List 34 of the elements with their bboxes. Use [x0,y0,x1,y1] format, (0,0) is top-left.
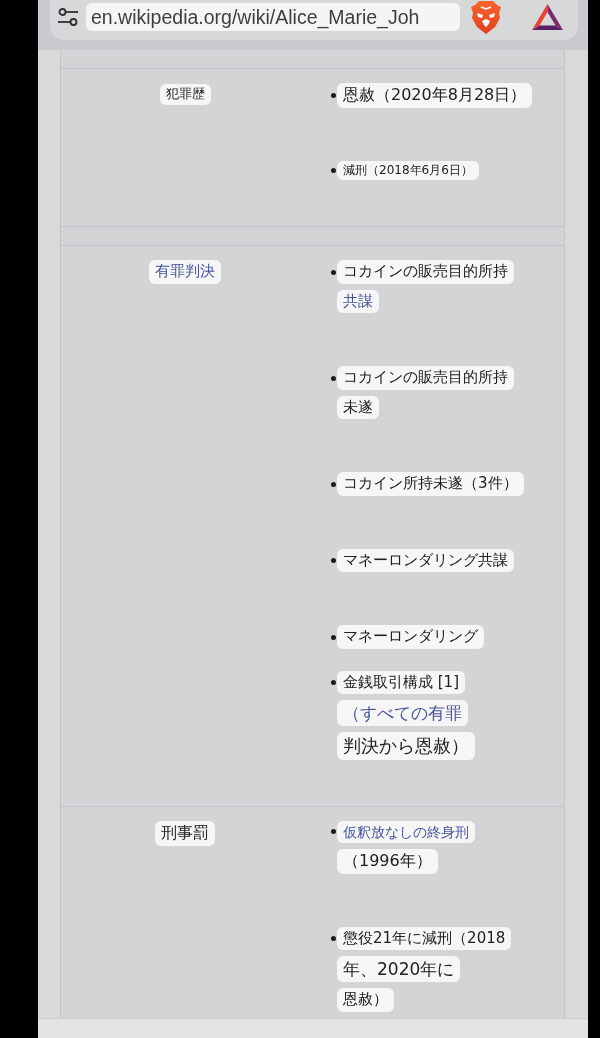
bullet-icon [331,92,336,98]
triangle-icon[interactable] [532,4,563,30]
list-item-link[interactable]: 仮釈放なしの終身刑 [337,820,475,844]
bullet-icon [331,269,336,275]
bullet-icon [331,680,336,686]
list-item-text: 懲役21年に減刑（2018 [337,926,512,951]
lion-icon[interactable] [470,0,502,34]
list-item-text: 年、2020年に [337,956,461,983]
url-field[interactable]: en.wikipedia.org/wiki/Alice_Marie_Joh [86,3,460,31]
list-item-text: 未遂 [337,395,379,420]
bullet-icon [331,558,336,564]
list-item-text: 恩赦） [337,988,394,1012]
list-item-text: マネーロンダリング [337,625,484,649]
list-item-text: （1996年） [337,849,438,874]
list-item-text: 減刑（2018年6月6日） [337,160,479,181]
list-item-text: コカイン所持未遂（3件） [337,472,524,496]
row-label: 刑事罰 [155,820,215,846]
bullet-icon [331,829,336,835]
list-item-text: マネーロンダリング共謀 [337,548,514,573]
row-label-link[interactable]: 有罪判決 [149,260,221,284]
bullet-icon [331,375,336,381]
list-item-text: コカインの販売目的所持 [337,260,514,284]
list-item-text: コカインの販売目的所持 [337,366,514,390]
bullet-icon [331,481,336,487]
row-label: 犯罪歴 [159,84,211,105]
bullet-icon [331,936,336,942]
list-item-link[interactable]: 共謀 [337,289,379,314]
bullet-icon [331,168,336,174]
sliders-icon[interactable] [58,8,78,26]
list-item-text: 恩赦（2020年8月28日） [337,83,533,108]
list-item-link[interactable]: （すべての有罪 [337,700,468,727]
bullet-icon [331,634,336,640]
list-item-text: 判決から恩赦） [337,732,475,760]
list-item-text: 金銭取引構成 [1] [337,670,465,695]
